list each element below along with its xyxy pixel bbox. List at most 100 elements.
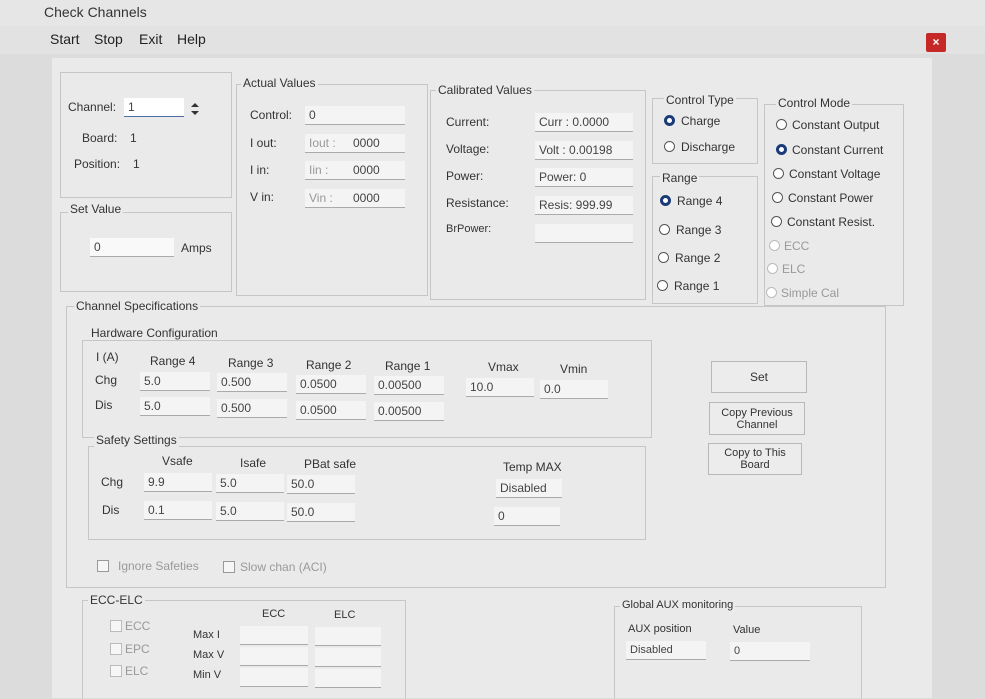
control-mode-title: Control Mode — [776, 96, 853, 110]
hw-dis-range3[interactable]: 0.500 — [217, 399, 287, 418]
vmax-input[interactable]: 10.0 — [466, 378, 534, 397]
range4-label: Range 4 — [677, 194, 723, 208]
voltage-label: Voltage: — [446, 142, 490, 156]
mode-constant-current-radio[interactable] — [776, 144, 787, 155]
charge-radio[interactable] — [664, 115, 675, 126]
ecc-checkbox[interactable] — [110, 620, 122, 632]
elc-max-i-input[interactable] — [315, 627, 381, 646]
elc-max-v-input[interactable] — [315, 648, 381, 667]
brpower-value — [535, 224, 633, 243]
iout-label: I out: — [250, 136, 277, 150]
range1-radio[interactable] — [657, 280, 668, 291]
close-icon[interactable]: × — [926, 33, 946, 52]
vsafe-dis-input[interactable]: 0.1 — [144, 501, 212, 520]
slow-chan-label: Slow chan (ACI) — [240, 560, 327, 574]
epc-check-label: EPC — [125, 642, 150, 656]
copy-to-this-board-button[interactable]: Copy to This Board — [708, 443, 802, 475]
epc-checkbox[interactable] — [110, 643, 122, 655]
safety-header-vsafe: Vsafe — [162, 454, 193, 468]
range4-radio[interactable] — [660, 195, 671, 206]
copy-previous-channel-button[interactable]: Copy Previous Channel — [709, 402, 805, 435]
safety-header-isafe: Isafe — [240, 456, 267, 470]
hw-chg-range4[interactable]: 5.0 — [140, 372, 210, 391]
temp-max-value-input[interactable]: 0 — [494, 507, 560, 526]
slow-chan-checkbox[interactable] — [223, 561, 235, 573]
mode-ecc-radio[interactable] — [769, 240, 780, 251]
range2-radio[interactable] — [658, 252, 669, 263]
mode-simple-cal-radio[interactable] — [766, 287, 777, 298]
pbat-chg-input[interactable]: 50.0 — [287, 475, 355, 494]
range3-radio[interactable] — [659, 224, 670, 235]
mode-elc-label: ELC — [782, 262, 806, 276]
elc-checkbox[interactable] — [110, 665, 122, 677]
channel-specs-title: Channel Specifications — [74, 299, 201, 313]
vin-label: V in: — [250, 190, 275, 204]
menu-help[interactable]: Help — [177, 31, 206, 47]
control-value: 0 — [305, 106, 405, 125]
mode-constant-voltage-radio[interactable] — [773, 168, 784, 179]
menu-stop[interactable]: Stop — [94, 31, 123, 47]
ignore-safeties-checkbox[interactable] — [97, 560, 109, 572]
iin-field: Iin : 0000 — [305, 161, 405, 180]
max-v-label: Max V — [193, 649, 225, 661]
elc-check-label: ELC — [125, 664, 149, 678]
set-value-input[interactable]: 0 — [90, 238, 174, 257]
aux-title: Global AUX monitoring — [620, 599, 736, 611]
isafe-chg-input[interactable]: 5.0 — [216, 474, 284, 493]
set-button[interactable]: Set — [711, 361, 807, 393]
iin-value: 0000 — [353, 163, 380, 177]
vmin-input[interactable]: 0.0 — [540, 380, 608, 399]
iout-prefix: Iout : — [309, 136, 336, 150]
hardware-corner-label: I (A) — [96, 350, 119, 364]
hw-header-range2: Range 2 — [306, 358, 352, 372]
hw-dis-range4[interactable]: 5.0 — [140, 397, 210, 416]
hw-dis-label: Dis — [95, 398, 113, 412]
hw-chg-range2[interactable]: 0.0500 — [296, 375, 366, 394]
mode-elc-radio[interactable] — [767, 263, 778, 274]
vmin-label: Vmin — [560, 362, 588, 376]
hw-dis-range1[interactable]: 0.00500 — [374, 402, 444, 421]
pbat-dis-input[interactable]: 50.0 — [287, 503, 355, 522]
channel-spin-input[interactable]: 1 — [124, 98, 184, 117]
power-label: Power: — [446, 169, 484, 183]
ignore-safeties-label: Ignore Safeties — [118, 559, 199, 573]
mode-constant-resist-radio[interactable] — [771, 216, 782, 227]
isafe-dis-input[interactable]: 5.0 — [216, 502, 284, 521]
mode-constant-power-label: Constant Power — [788, 191, 874, 205]
spinner-arrows-icon[interactable] — [186, 100, 204, 118]
hw-header-range3: Range 3 — [228, 356, 274, 370]
calibrated-values-title: Calibrated Values — [436, 83, 534, 97]
temp-max-input[interactable]: Disabled — [496, 479, 562, 498]
menu-start[interactable]: Start — [50, 31, 80, 47]
vsafe-chg-input[interactable]: 9.9 — [144, 473, 212, 492]
aux-position-input[interactable]: Disabled — [626, 641, 706, 660]
hw-dis-range2[interactable]: 0.0500 — [296, 401, 366, 420]
mode-constant-output-radio[interactable] — [776, 119, 787, 130]
hw-chg-range3[interactable]: 0.500 — [217, 373, 287, 392]
menu-exit[interactable]: Exit — [139, 31, 162, 47]
discharge-radio[interactable] — [664, 141, 675, 152]
iin-label: I in: — [250, 163, 270, 177]
mode-constant-power-radio[interactable] — [772, 192, 783, 203]
elc-min-v-input[interactable] — [315, 669, 381, 688]
hw-chg-range1[interactable]: 0.00500 — [374, 376, 444, 395]
safety-dis-label: Dis — [102, 503, 120, 517]
max-i-label: Max I — [193, 629, 220, 641]
ecc-col-header: ECC — [262, 608, 286, 620]
voltage-value: Volt : 0.00198 — [535, 141, 633, 160]
ecc-max-i-input[interactable] — [240, 626, 308, 645]
control-type-title: Control Type — [664, 93, 736, 107]
iout-field: Iout : 0000 — [305, 134, 405, 153]
ecc-min-v-input[interactable] — [240, 668, 308, 687]
safety-chg-label: Chg — [101, 475, 124, 489]
board-value: 1 — [130, 131, 137, 145]
aux-position-label: AUX position — [628, 623, 692, 635]
resistance-value: Resis: 999.99 — [535, 196, 633, 215]
safety-header-pbat: PBat safe — [304, 457, 357, 471]
ecc-max-v-input[interactable] — [240, 647, 308, 666]
current-value: Curr : 0.0000 — [535, 113, 633, 132]
aux-value-input[interactable]: 0 — [730, 642, 810, 661]
window-title: Check Channels — [44, 4, 147, 20]
title-bar — [0, 0, 985, 26]
hardware-config-title: Hardware Configuration — [89, 326, 220, 340]
